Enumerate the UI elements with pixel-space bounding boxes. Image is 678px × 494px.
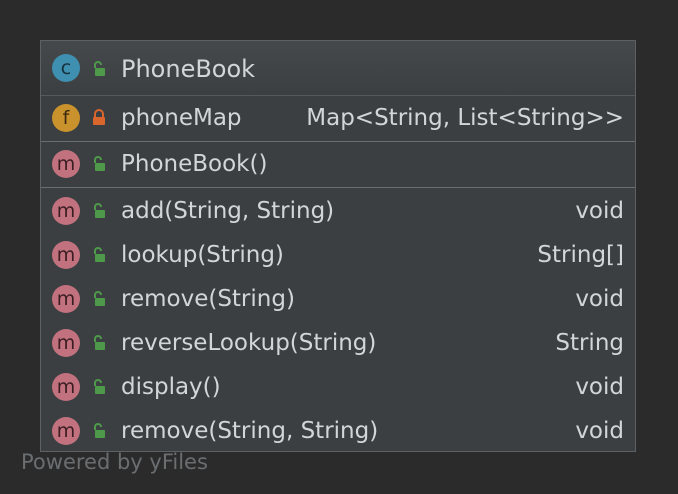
field-type: Map<String, List<String>> — [306, 105, 624, 131]
method-icon: m — [52, 150, 80, 178]
method-name: reverseLookup(String) — [121, 330, 377, 356]
class-title: PhoneBook — [121, 55, 256, 83]
field-name: phoneMap — [121, 105, 242, 131]
method-return-type: void — [575, 286, 624, 312]
class-header[interactable]: c PhoneBook — [41, 41, 635, 96]
public-lock-open-icon — [94, 379, 105, 394]
method-badge-letter: m — [56, 420, 76, 442]
method-row[interactable]: m lookup(String) String[] — [41, 233, 635, 277]
method-icon: m — [52, 373, 80, 401]
method-badge-letter: m — [56, 288, 76, 310]
method-icon: m — [52, 285, 80, 313]
method-name: remove(String) — [121, 286, 295, 312]
field-badge-letter: f — [62, 107, 70, 129]
method-return-type: void — [575, 418, 624, 444]
method-return-type: void — [575, 374, 624, 400]
method-return-type: String[] — [537, 242, 624, 268]
method-badge-letter: m — [56, 244, 76, 266]
public-lock-open-icon — [94, 61, 105, 76]
yfiles-watermark: Powered by yFiles — [21, 450, 208, 474]
method-row[interactable]: m reverseLookup(String) String — [41, 321, 635, 365]
method-row[interactable]: m display() void — [41, 365, 635, 409]
method-row[interactable]: m remove(String, String) void — [41, 409, 635, 453]
public-lock-open-icon — [94, 335, 105, 350]
field-row[interactable]: f phoneMap Map<String, List<String>> — [41, 96, 635, 140]
class-icon: c — [52, 54, 80, 82]
private-lock-icon — [93, 109, 105, 125]
method-icon: m — [52, 329, 80, 357]
public-lock-open-icon — [94, 156, 105, 171]
method-return-type: void — [575, 198, 624, 224]
section-divider — [41, 187, 635, 188]
method-name: lookup(String) — [121, 242, 284, 268]
method-icon: m — [52, 241, 80, 269]
method-row[interactable]: m add(String, String) void — [41, 189, 635, 233]
method-badge-letter: m — [56, 153, 76, 175]
constructor-row[interactable]: m PhoneBook() — [41, 142, 635, 186]
public-lock-open-icon — [94, 291, 105, 306]
public-lock-open-icon — [94, 203, 105, 218]
method-return-type: String — [555, 330, 624, 356]
method-badge-letter: m — [56, 332, 76, 354]
method-name: display() — [121, 374, 221, 400]
class-badge-letter: c — [60, 57, 72, 79]
method-name: add(String, String) — [121, 198, 335, 224]
class-node-phonebook[interactable]: c PhoneBook f phoneMap Map<String, List<… — [40, 40, 636, 452]
constructor-name: PhoneBook() — [121, 151, 268, 177]
method-icon: m — [52, 197, 80, 225]
public-lock-open-icon — [94, 247, 105, 262]
method-row[interactable]: m remove(String) void — [41, 277, 635, 321]
method-badge-letter: m — [56, 200, 76, 222]
field-icon: f — [52, 104, 80, 132]
method-name: remove(String, String) — [121, 418, 379, 444]
public-lock-open-icon — [94, 423, 105, 438]
method-icon: m — [52, 417, 80, 445]
method-badge-letter: m — [56, 376, 76, 398]
